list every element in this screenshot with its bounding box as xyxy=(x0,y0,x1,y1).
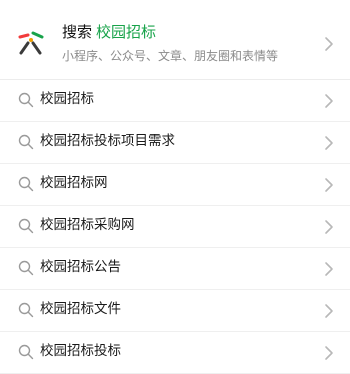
chevron-right-icon xyxy=(325,37,333,51)
suggestion-label: 校园招标网 xyxy=(40,175,108,191)
chevron-right-icon xyxy=(325,304,333,318)
suggestion-item[interactable]: 校园招标采购网 xyxy=(0,206,350,248)
search-icon xyxy=(18,344,34,360)
search-icon xyxy=(18,176,34,192)
search-icon xyxy=(18,302,34,318)
suggestion-item[interactable]: 校园招标 xyxy=(0,80,350,122)
search-all-subtitle: 小程序、公众号、文章、朋友圈和表情等 xyxy=(62,49,279,63)
suggestion-list: 校园招标 校园招标投标项目需求 校园招标网 校园招标采购网 校园招标公告 校园招… xyxy=(0,80,350,374)
chevron-right-icon xyxy=(325,94,333,108)
search-logo-icon xyxy=(18,31,44,55)
search-all-card[interactable]: 搜索 校园招标 小程序、公众号、文章、朋友圈和表情等 xyxy=(0,0,350,80)
search-icon xyxy=(18,134,34,150)
suggestion-label: 校园招标 xyxy=(40,91,94,107)
chevron-right-icon xyxy=(325,262,333,276)
suggestion-item[interactable]: 校园招标投标 xyxy=(0,332,350,374)
search-icon xyxy=(18,260,34,276)
search-keyword: 校园招标 xyxy=(96,23,157,41)
suggestion-label: 校园招标文件 xyxy=(40,301,121,317)
search-all-title: 搜索 校园招标 xyxy=(62,23,278,41)
chevron-right-icon xyxy=(325,346,333,360)
search-icon xyxy=(18,218,34,234)
suggestion-label: 校园招标投标项目需求 xyxy=(40,133,175,149)
suggestion-item[interactable]: 校园招标文件 xyxy=(0,290,350,332)
chevron-right-icon xyxy=(325,136,333,150)
search-all-text: 搜索 校园招标 小程序、公众号、文章、朋友圈和表情等 xyxy=(62,23,278,63)
suggestion-label: 校园招标采购网 xyxy=(40,217,135,233)
search-icon xyxy=(18,92,34,108)
chevron-right-icon xyxy=(325,220,333,234)
suggestion-label: 校园招标投标 xyxy=(40,343,121,359)
search-prefix: 搜索 xyxy=(62,23,93,41)
chevron-right-icon xyxy=(325,178,333,192)
suggestion-label: 校园招标公告 xyxy=(40,259,121,275)
suggestion-item[interactable]: 校园招标投标项目需求 xyxy=(0,122,350,164)
suggestion-item[interactable]: 校园招标公告 xyxy=(0,248,350,290)
suggestion-item[interactable]: 校园招标网 xyxy=(0,164,350,206)
